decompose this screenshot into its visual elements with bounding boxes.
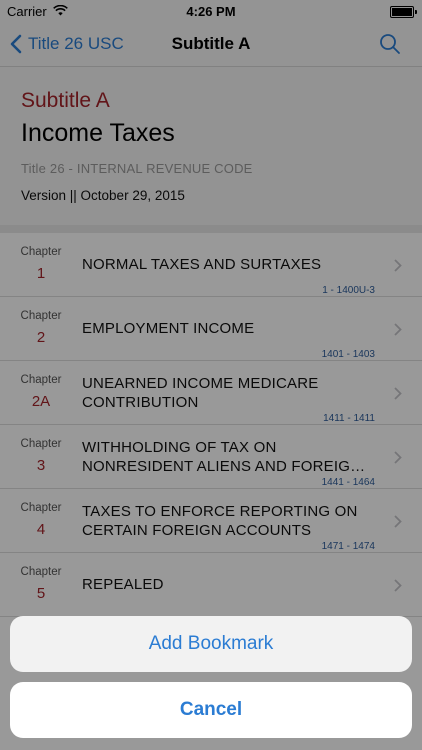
add-bookmark-button[interactable]: Add Bookmark [10, 616, 412, 672]
cancel-button[interactable]: Cancel [10, 682, 412, 738]
